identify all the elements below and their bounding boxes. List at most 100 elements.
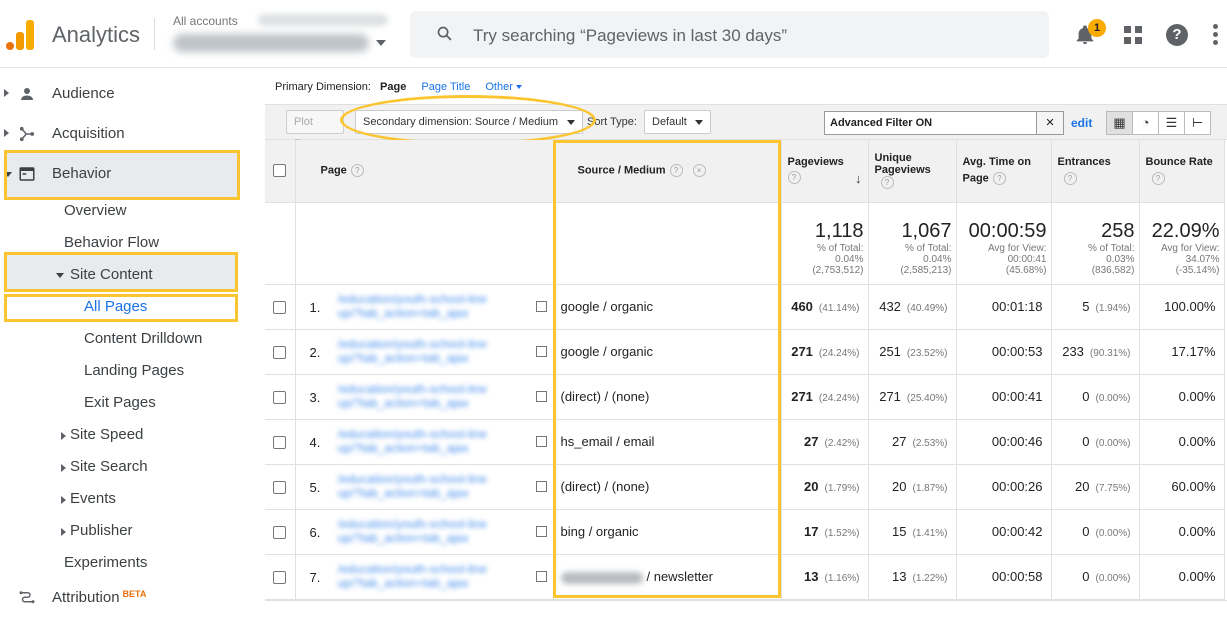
sidebar-item-events[interactable]: Events: [61, 490, 116, 507]
unique-pageviews-pct: (1.41%): [912, 528, 948, 539]
help-icon[interactable]: ?: [787, 170, 801, 184]
primary-dimension-other[interactable]: Other: [485, 81, 513, 93]
page-cell: 4. /education/youth-school-line up/?tab_…: [295, 419, 554, 465]
sidebar-item-site-speed[interactable]: Site Speed: [61, 426, 143, 443]
help-icon[interactable]: ?: [1151, 172, 1165, 186]
help-icon[interactable]: ?: [350, 164, 364, 178]
sidebar-item-publisher[interactable]: Publisher: [61, 522, 133, 539]
avg-time-value: 00:00:58: [991, 569, 1043, 584]
pageviews-value: 20: [804, 479, 819, 494]
comparison-view-icon[interactable]: ⊢: [1184, 111, 1211, 135]
sidebar-item-overview[interactable]: Overview: [64, 202, 127, 219]
help-icon[interactable]: ?: [880, 176, 894, 190]
select-all-checkbox[interactable]: [273, 164, 287, 178]
analytics-logo-icon[interactable]: [6, 18, 36, 50]
search-input[interactable]: Try searching “Pageviews in last 30 days…: [473, 26, 787, 46]
row-checkbox[interactable]: [273, 391, 287, 405]
help-icon[interactable]: ?: [992, 172, 1006, 186]
advanced-filter-field[interactable]: Advanced Filter ON: [824, 111, 1063, 135]
column-header-page[interactable]: Page?: [295, 140, 554, 203]
column-header-unique-pageviews[interactable]: Unique Pageviews?: [868, 140, 957, 203]
open-page-icon[interactable]: [535, 300, 547, 312]
column-header-avg-time[interactable]: Avg. Time on Page?: [956, 140, 1052, 203]
row-checkbox[interactable]: [273, 301, 287, 315]
primary-dimension-page[interactable]: Page: [380, 81, 406, 93]
pageviews-cell: 17 (1.52%): [781, 509, 869, 555]
open-page-icon[interactable]: [535, 390, 547, 402]
page-link-redacted[interactable]: /education/youth-school-line up/?tab_act…: [338, 382, 528, 410]
open-page-icon[interactable]: [535, 435, 547, 447]
sidebar-item-experiments[interactable]: Experiments: [64, 554, 147, 571]
row-checkbox[interactable]: [273, 526, 287, 540]
blur-line: /education/youth-school-line: [337, 381, 487, 396]
page-link-redacted[interactable]: /education/youth-school-line up/?tab_act…: [338, 337, 528, 365]
entrances-cell: 0 (0.00%): [1051, 419, 1140, 465]
sort-desc-icon[interactable]: ↓: [855, 171, 862, 186]
row-select-cell: [265, 284, 296, 330]
totals-empty: [295, 202, 554, 285]
unique-pageviews-pct: (23.52%): [906, 348, 948, 359]
highlight-box-source-medium: [553, 140, 781, 598]
plot-rows-button[interactable]: Plot Rows: [286, 110, 344, 150]
column-label: Avg. Time on: [962, 156, 1031, 169]
page-link-redacted[interactable]: /education/youth-school-line up/?tab_act…: [338, 472, 528, 500]
sort-type-select[interactable]: Default: [644, 110, 711, 134]
sidebar-item-landing-pages[interactable]: Landing Pages: [84, 362, 184, 379]
open-page-icon[interactable]: [535, 525, 547, 537]
sidebar-item-attribution[interactable]: Attribution BETA: [0, 583, 240, 613]
sidebar-item-site-search[interactable]: Site Search: [61, 458, 148, 475]
unique-pageviews-pct: (1.22%): [912, 573, 948, 584]
chevron-down-icon[interactable]: [515, 85, 522, 90]
sidebar-item-behavior-flow[interactable]: Behavior Flow: [64, 234, 159, 251]
open-page-icon[interactable]: [535, 480, 547, 492]
more-vert-icon[interactable]: [1213, 24, 1219, 46]
page-link-redacted[interactable]: /education/youth-school-line up/?tab_act…: [338, 517, 528, 545]
account-name-redacted[interactable]: [173, 34, 369, 52]
table-footer: [265, 600, 1227, 620]
page-link-redacted[interactable]: /education/youth-school-line up/?tab_act…: [338, 427, 528, 455]
sidebar-item-exit-pages[interactable]: Exit Pages: [84, 394, 156, 411]
entrances-cell: 5 (1.94%): [1051, 284, 1140, 330]
apps-grid-icon[interactable]: [1124, 26, 1142, 44]
row-index: 7.: [309, 569, 321, 585]
row-checkbox[interactable]: [273, 481, 287, 495]
column-label: Page: [320, 164, 347, 177]
row-index: 3.: [309, 389, 321, 405]
sidebar-item-content-drilldown[interactable]: Content Drilldown: [84, 330, 202, 347]
table-view-icon[interactable]: ▦: [1106, 111, 1133, 135]
performance-view-icon[interactable]: ☰: [1158, 111, 1185, 135]
help-icon[interactable]: ?: [1063, 172, 1077, 186]
page-link-redacted[interactable]: /education/youth-school-line up/?tab_act…: [338, 292, 528, 320]
total-entrances: 258% of Total: 0.03% (836,582): [1051, 202, 1140, 285]
primary-dimension-page-title[interactable]: Page Title: [421, 81, 470, 93]
column-header-pageviews[interactable]: Pageviews? ↓: [781, 140, 869, 203]
row-index: 2.: [309, 344, 321, 360]
pageviews-pct: (2.42%): [824, 438, 860, 449]
divider: [154, 18, 155, 50]
pageviews-value: 271: [791, 389, 813, 404]
chevron-down-icon[interactable]: [376, 40, 386, 46]
open-page-icon[interactable]: [535, 345, 547, 357]
page-link-redacted[interactable]: /education/youth-school-line up/?tab_act…: [338, 562, 528, 590]
row-select-cell: [265, 374, 296, 420]
search-bar[interactable]: Try searching “Pageviews in last 30 days…: [410, 11, 1049, 58]
row-index: 4.: [309, 434, 321, 450]
sidebar-item-acquisition[interactable]: Acquisition: [0, 119, 240, 149]
row-checkbox[interactable]: [273, 346, 287, 360]
primary-dimension-label: Primary Dimension:: [275, 81, 371, 93]
row-checkbox[interactable]: [273, 571, 287, 585]
edit-filter-link[interactable]: edit: [1071, 116, 1092, 130]
pie-view-icon[interactable]: ◔: [1132, 111, 1159, 135]
sidebar-item-audience[interactable]: Audience: [0, 79, 240, 109]
open-page-icon[interactable]: [535, 570, 547, 582]
clear-filter-button[interactable]: ×: [1036, 111, 1064, 135]
bounce-rate-cell: 0.00%: [1139, 554, 1225, 600]
column-header-bounce-rate[interactable]: Bounce Rate?: [1139, 140, 1225, 203]
row-select-cell: [265, 464, 296, 510]
help-icon[interactable]: ?: [1166, 24, 1188, 46]
entrances-value: 0: [1082, 389, 1090, 404]
column-header-entrances[interactable]: Entrances?: [1051, 140, 1140, 203]
pageviews-cell: 271 (24.24%): [781, 374, 869, 420]
bounce-rate-cell: 0.00%: [1139, 509, 1225, 555]
row-checkbox[interactable]: [273, 436, 287, 450]
